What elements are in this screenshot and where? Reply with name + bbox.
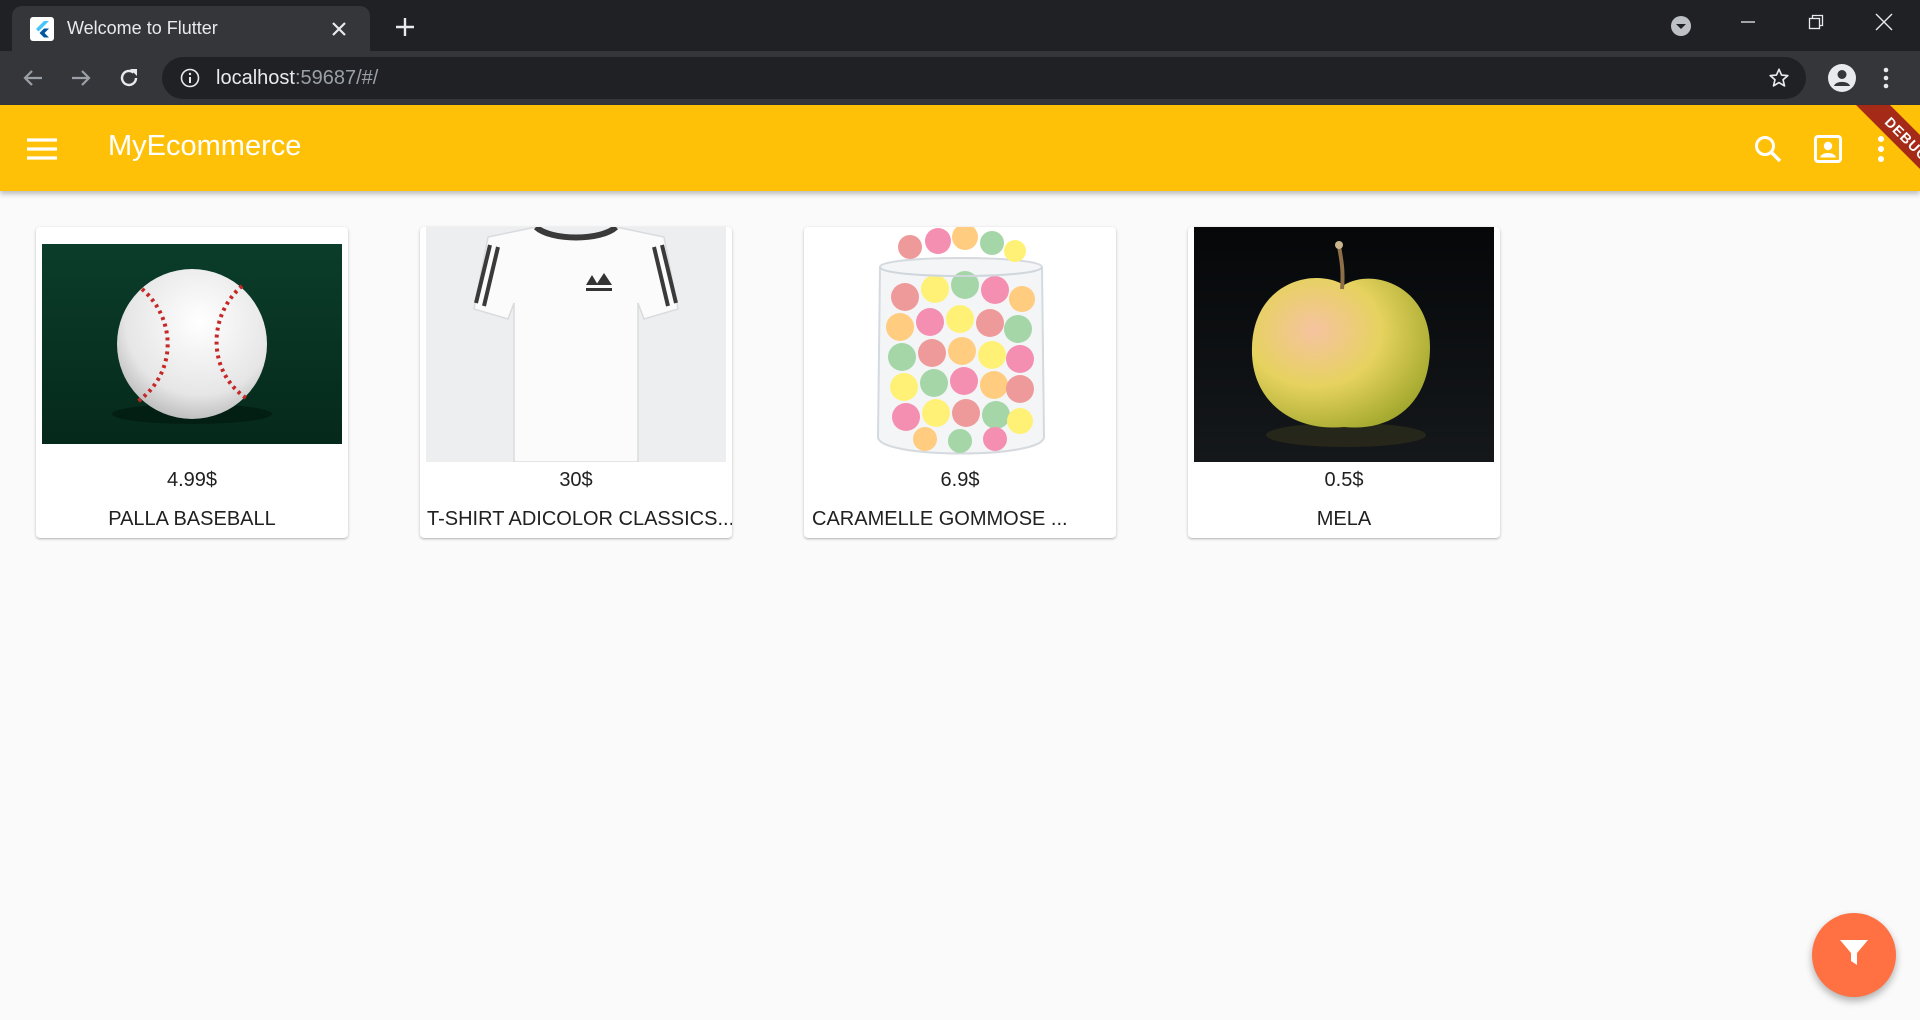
close-window-icon[interactable] [1850, 0, 1918, 44]
back-arrow-icon[interactable] [14, 59, 52, 97]
product-image-gummy-candy-jar [810, 227, 1110, 462]
product-name: CARAMELLE GOMMOSE ... [812, 508, 1068, 530]
browser-tabstrip: Welcome to Flutter [0, 0, 1920, 51]
product-price: 30$ [559, 469, 593, 491]
hamburger-menu-icon[interactable] [22, 129, 62, 169]
new-tab-icon[interactable] [390, 12, 420, 42]
url-text: localhost:59687/#/ [216, 67, 378, 90]
flutter-logo-icon [30, 16, 54, 41]
site-info-icon[interactable] [178, 66, 202, 90]
product-image-apple [1194, 227, 1494, 462]
product-price: 4.99$ [166, 469, 218, 491]
minimize-icon[interactable] [1714, 0, 1782, 44]
product-name: MELA [1316, 508, 1372, 530]
browser-menu-icon[interactable] [1870, 59, 1902, 97]
restore-icon[interactable] [1782, 0, 1850, 44]
product-card[interactable]: 6.9$ CARAMELLE GOMMOSE ... [804, 227, 1116, 538]
filter-icon [1839, 939, 1869, 972]
app-title: MyEcommerce [108, 130, 302, 162]
browser-tab[interactable]: Welcome to Flutter [12, 6, 370, 51]
url-path: :59687/#/ [294, 66, 379, 89]
product-name: PALLA BASEBALL [108, 508, 276, 530]
reload-icon[interactable] [110, 59, 148, 97]
app-bar: MyEcommerce DEBUG [0, 105, 1920, 191]
product-image-baseball [42, 244, 342, 444]
product-card[interactable]: 0.5$ MELA [1188, 227, 1500, 538]
product-card[interactable]: 4.99$ PALLA BASEBALL [36, 227, 348, 538]
tab-close-icon[interactable] [326, 16, 352, 42]
address-bar[interactable]: localhost:59687/#/ [162, 57, 1806, 99]
profile-avatar-icon[interactable] [1823, 59, 1861, 97]
browser-toolbar: localhost:59687/#/ [0, 51, 1920, 105]
forward-arrow-icon[interactable] [62, 59, 100, 97]
search-icon[interactable] [1748, 129, 1788, 169]
tab-title: Welcome to Flutter [67, 18, 218, 38]
tab-search-icon[interactable] [1668, 13, 1694, 39]
filter-fab-button[interactable] [1812, 913, 1896, 997]
product-price: 6.9$ [940, 469, 980, 491]
bookmark-star-icon[interactable] [1766, 65, 1792, 91]
product-name: T-SHIRT ADICOLOR CLASSICS... [427, 508, 732, 530]
url-host: localhost [216, 66, 295, 89]
account-box-icon[interactable] [1808, 129, 1848, 169]
product-price: 0.5$ [1324, 469, 1364, 491]
product-image-white-tshirt [426, 227, 726, 462]
product-card[interactable]: 30$ T-SHIRT ADICOLOR CLASSICS... [420, 227, 732, 538]
